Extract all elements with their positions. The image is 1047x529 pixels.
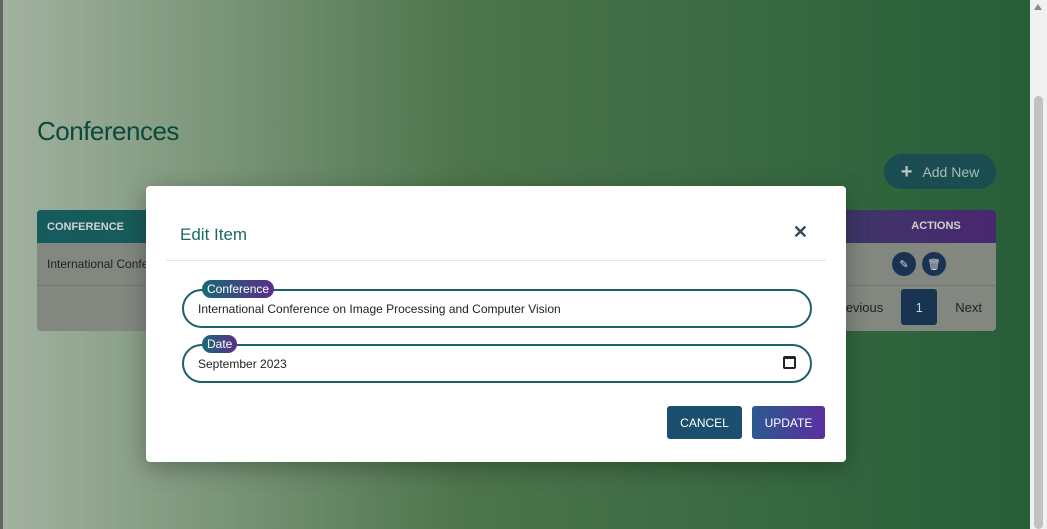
date-field-value[interactable]: September 2023 (198, 357, 287, 371)
date-field[interactable]: Date September 2023 (182, 335, 812, 383)
calendar-icon[interactable] (783, 356, 796, 369)
conference-field[interactable]: Conference International Conference on I… (182, 280, 812, 328)
conference-field-label: Conference (202, 280, 275, 298)
modal-divider (166, 260, 826, 261)
close-icon[interactable]: ✕ (793, 222, 808, 243)
scrollbar[interactable] (1030, 0, 1047, 529)
modal-title: Edit Item (180, 225, 248, 244)
edit-item-modal: Edit Item ✕ Conference International Con… (146, 186, 846, 462)
scrollbar-thumb[interactable] (1034, 96, 1043, 529)
update-button[interactable]: UPDATE (752, 406, 825, 439)
date-field-label: Date (202, 335, 238, 353)
cancel-button[interactable]: CANCEL (667, 406, 742, 439)
scroll-up-arrow-icon[interactable] (1034, 4, 1042, 10)
conference-field-value[interactable]: International Conference on Image Proces… (198, 302, 561, 316)
